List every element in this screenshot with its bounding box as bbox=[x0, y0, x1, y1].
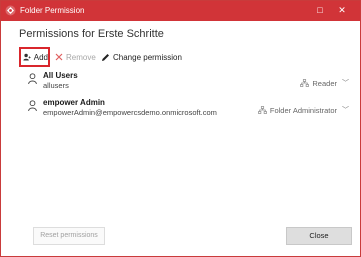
user-icon bbox=[28, 73, 37, 85]
user-id: allusers bbox=[43, 81, 69, 90]
network-icon bbox=[300, 79, 310, 87]
close-button[interactable]: Close bbox=[286, 227, 352, 245]
permission-label: Reader bbox=[312, 78, 337, 88]
list-item[interactable]: empower Admin empowerAdmin@empowercsdemo… bbox=[19, 96, 349, 122]
maximize-button[interactable]: □ bbox=[314, 4, 326, 17]
list-item[interactable]: All Users allusers Reader ﹀ bbox=[19, 69, 349, 95]
user-id: empowerAdmin@empowercsdemo.onmicrosoft.c… bbox=[43, 108, 217, 117]
folder-permission-dialog: Folder Permission □ ✕ Permissions for Er… bbox=[0, 0, 361, 257]
pencil-icon bbox=[102, 53, 109, 61]
close-window-button[interactable]: ✕ bbox=[336, 4, 348, 17]
dialog-heading: Permissions for Erste Schritte bbox=[19, 28, 164, 40]
user-icon bbox=[28, 100, 37, 112]
add-button-label: Add bbox=[33, 52, 48, 62]
toolbar: Add Remove Change permission bbox=[19, 47, 349, 67]
permission-dropdown[interactable]: Reader ﹀ bbox=[300, 78, 349, 88]
user-name: empower Admin bbox=[43, 98, 105, 107]
app-logo-icon bbox=[5, 5, 16, 16]
remove-icon bbox=[55, 53, 63, 61]
window-title: Folder Permission bbox=[20, 6, 85, 15]
network-icon bbox=[258, 106, 267, 114]
change-permission-button[interactable]: Change permission bbox=[101, 47, 182, 67]
chevron-down-icon: ﹀ bbox=[342, 107, 349, 114]
chevron-down-icon: ﹀ bbox=[342, 80, 349, 87]
change-permission-label: Change permission bbox=[113, 52, 182, 62]
permission-dropdown[interactable]: Folder Administrator ﹀ bbox=[258, 105, 349, 115]
reset-permissions-button[interactable]: Reset permissions bbox=[33, 227, 105, 245]
title-bar: Folder Permission □ ✕ bbox=[1, 1, 360, 21]
remove-button[interactable]: Remove bbox=[55, 47, 96, 67]
user-name: All Users bbox=[43, 71, 78, 80]
permission-label: Folder Administrator bbox=[269, 105, 337, 115]
remove-button-label: Remove bbox=[66, 52, 96, 62]
add-user-icon bbox=[23, 53, 31, 61]
add-button[interactable]: Add bbox=[19, 47, 50, 67]
